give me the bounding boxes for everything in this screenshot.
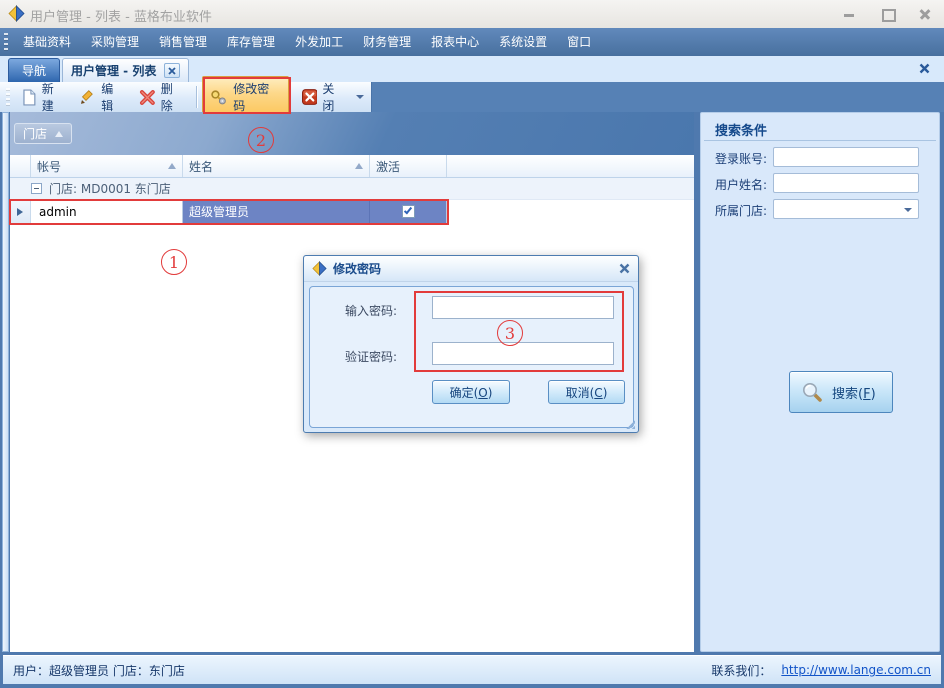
- cell-name[interactable]: 超级管理员: [183, 200, 370, 223]
- sort-asc-icon: [55, 131, 63, 137]
- group-chip-store[interactable]: 门店: [14, 123, 72, 144]
- header-indicator: [10, 155, 31, 177]
- edit-pencil-icon: [79, 89, 96, 106]
- contact-us-label: 联系我们：: [711, 662, 771, 679]
- menu-inventory[interactable]: 库存管理: [217, 28, 285, 56]
- header-name[interactable]: 姓名: [183, 155, 370, 177]
- ok-button[interactable]: 确定(O): [432, 380, 510, 404]
- cancel-button[interactable]: 取消(C): [548, 380, 625, 404]
- menu-outsourcing[interactable]: 外发加工: [285, 28, 353, 56]
- app-window: 用户管理 - 列表 - 蓝格布业软件 基础资料 采购管理 销售管理 库存管理 外…: [0, 0, 944, 688]
- close-window-button[interactable]: [918, 7, 932, 21]
- menu-grip: [4, 33, 8, 51]
- ok-button-label: 确定(O): [450, 384, 493, 401]
- check-icon: [403, 206, 411, 215]
- user-name-input[interactable]: [773, 173, 919, 193]
- login-account-input[interactable]: [773, 147, 919, 167]
- toolbar-grip: [6, 88, 10, 106]
- change-password-dialog: 修改密码 输入密码: 验证密码: 确定(O) 取消(C) 3: [303, 255, 639, 433]
- divider: [704, 140, 936, 141]
- dialog-logo-icon: [312, 261, 327, 276]
- menu-reports[interactable]: 报表中心: [421, 28, 489, 56]
- header-filler: [447, 155, 694, 177]
- active-checkbox[interactable]: [402, 205, 415, 218]
- user-name-label: 用户姓名:: [715, 175, 767, 195]
- left-splitter[interactable]: [2, 112, 9, 652]
- enter-password-input[interactable]: [432, 296, 614, 319]
- store-select[interactable]: [773, 199, 919, 219]
- chevron-down-icon: [904, 208, 912, 212]
- login-account-label: 登录账号:: [715, 149, 767, 169]
- dialog-body: 输入密码: 验证密码: 确定(O) 取消(C): [309, 286, 634, 428]
- sort-asc-icon: [355, 163, 363, 169]
- cancel-button-label: 取消(C): [566, 384, 608, 401]
- search-panel: 搜索条件 登录账号: 用户姓名: 所属门店: 搜索(F): [700, 112, 940, 652]
- search-icon: [800, 380, 824, 404]
- header-active[interactable]: 激活: [370, 155, 447, 177]
- tabstrip-close-icon[interactable]: [919, 63, 930, 77]
- toolbar: 新建 编辑 删除: [0, 82, 372, 112]
- menu-window[interactable]: 窗口: [557, 28, 601, 56]
- delete-x-icon: [139, 89, 156, 106]
- search-button[interactable]: 搜索(F): [789, 371, 893, 413]
- store-label: 所属门店:: [715, 201, 767, 221]
- close-dropdown-caret[interactable]: [356, 95, 364, 99]
- app-logo-icon: [8, 5, 25, 22]
- group-row[interactable]: 门店: MD0001 东门店: [10, 178, 694, 200]
- website-link[interactable]: http://www.lange.com.cn: [781, 663, 931, 677]
- header-account[interactable]: 帐号: [31, 155, 183, 177]
- delete-button[interactable]: 删除: [132, 77, 192, 117]
- minimize-button[interactable]: [842, 7, 856, 21]
- current-row-arrow-icon: [17, 208, 23, 216]
- maximize-button[interactable]: [880, 7, 894, 21]
- toolbar-separator: [196, 86, 197, 108]
- new-document-icon: [22, 89, 37, 106]
- window-title: 用户管理 - 列表 - 蓝格布业软件: [30, 6, 212, 25]
- menu-purchasing[interactable]: 采购管理: [81, 28, 149, 56]
- menu-finance[interactable]: 财务管理: [353, 28, 421, 56]
- status-user-info: 用户：超级管理员 门店：东门店: [13, 662, 711, 679]
- grid-header-row: 帐号 姓名 激活: [10, 155, 694, 178]
- dialog-title: 修改密码: [333, 260, 381, 277]
- menu-basic-data[interactable]: 基础资料: [13, 28, 81, 56]
- cell-account[interactable]: admin: [31, 200, 183, 223]
- dialog-title-bar[interactable]: 修改密码: [304, 256, 638, 282]
- dialog-close-icon[interactable]: [619, 263, 630, 274]
- cell-active[interactable]: [370, 200, 447, 223]
- verify-password-label: 验证密码:: [345, 348, 397, 366]
- row-indicator-cell: [10, 200, 31, 223]
- search-panel-title: 搜索条件: [715, 120, 767, 139]
- title-bar: 用户管理 - 列表 - 蓝格布业软件: [0, 0, 944, 28]
- close-tab-button[interactable]: 关闭: [295, 77, 371, 117]
- new-button[interactable]: 新建: [15, 77, 73, 117]
- tab-close-icon[interactable]: [164, 63, 180, 78]
- edit-button[interactable]: 编辑: [72, 77, 132, 117]
- menu-bar: 基础资料 采购管理 销售管理 库存管理 外发加工 财务管理 报表中心 系统设置 …: [0, 28, 944, 56]
- toolbar-row: 新建 编辑 删除: [0, 82, 944, 112]
- status-bar: 用户：超级管理员 门店：东门店 联系我们： http://www.lange.c…: [3, 655, 941, 684]
- enter-password-label: 输入密码:: [345, 302, 397, 320]
- key-icon: [210, 89, 228, 106]
- table-row[interactable]: admin 超级管理员: [10, 200, 694, 223]
- close-red-icon: [302, 89, 318, 105]
- search-button-label: 搜索(F): [832, 383, 876, 402]
- collapse-icon[interactable]: [31, 183, 42, 194]
- sort-asc-icon: [168, 163, 176, 169]
- group-by-band: 门店: [10, 112, 694, 155]
- menu-system-settings[interactable]: 系统设置: [489, 28, 557, 56]
- verify-password-input[interactable]: [432, 342, 614, 365]
- menu-sales[interactable]: 销售管理: [149, 28, 217, 56]
